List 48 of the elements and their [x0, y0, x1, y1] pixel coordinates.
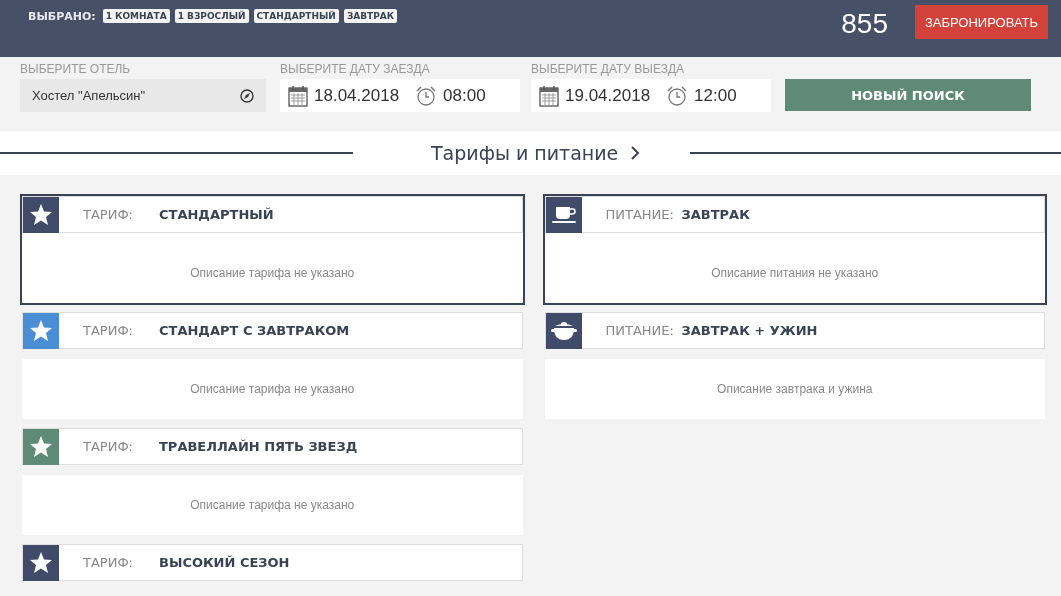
- card-name: СТАНДАРТНЫЙ: [159, 207, 274, 222]
- card-description: Описание тарифа не указано: [190, 382, 355, 396]
- card-label: ПИТАНИЕ:: [605, 207, 675, 222]
- selection-tag: 1 ВЗРОСЛЫЙ: [174, 9, 249, 23]
- new-search-button[interactable]: НОВЫЙ ПОИСК: [785, 79, 1031, 111]
- card-label: ПИТАНИЕ:: [605, 323, 675, 338]
- card-name: СТАНДАРТ С ЗАВТРАКОМ: [159, 323, 350, 338]
- card-label: ТАРИФ:: [83, 555, 134, 570]
- compass-icon: [240, 88, 254, 103]
- alarm-clock-icon: [415, 84, 438, 107]
- price: 855: [841, 8, 888, 40]
- card-header[interactable]: ПИТАНИЕ: ЗАВТРАК + УЖИН: [544, 312, 1045, 349]
- selected-label: ВЫБРАНО:: [28, 9, 96, 23]
- selection-tag: 1 КОМНАТА: [102, 9, 170, 23]
- card-header[interactable]: ТАРИФ: ТРАВЕЛЛАЙН ПЯТЬ ЗВЕЗД: [22, 428, 523, 465]
- date-field[interactable]: 19.04.2018: [565, 85, 651, 106]
- card-description: Описание питания не указано: [711, 266, 879, 280]
- card-description: Описание завтрака и ужина: [717, 382, 873, 396]
- card-header[interactable]: ТАРИФ: СТАНДАРТ С ЗАВТРАКОМ: [22, 312, 523, 349]
- alarm-clock-icon: [666, 84, 689, 107]
- section-title: Тарифы и питание: [431, 142, 619, 164]
- hotel-field[interactable]: Хостел "Апельсин": [20, 79, 266, 112]
- calendar-icon: [288, 84, 308, 107]
- chevron-right-icon[interactable]: [630, 145, 641, 161]
- time-field[interactable]: 12:00: [694, 85, 737, 106]
- card-label: ТАРИФ:: [83, 323, 134, 338]
- card-description: Описание тарифа не указано: [190, 266, 355, 280]
- selection-tag: ЗАВТРАК: [343, 9, 398, 23]
- card-name: ЗАВТРАК: [681, 207, 750, 222]
- card-name: ТРАВЕЛЛАЙН ПЯТЬ ЗВЕЗД: [159, 439, 358, 454]
- book-button[interactable]: ЗАБРОНИРОВАТЬ: [915, 5, 1048, 39]
- card-description: Описание тарифа не указано: [190, 498, 355, 512]
- card-label: ТАРИФ:: [83, 207, 134, 222]
- card-header[interactable]: ПИТАНИЕ: ЗАВТРАК: [544, 196, 1045, 233]
- card-label: ТАРИФ:: [83, 439, 134, 454]
- field-label: ВЫБЕРИТЕ ДАТУ ЗАЕЗДА: [280, 62, 431, 78]
- field-label: ВЫБЕРИТЕ ДАТУ ВЫЕЗДА: [531, 62, 686, 78]
- selected-card[interactable]: ТАРИФ: СТАНДАРТНЫЙ Описание тарифа не указано: [20, 194, 525, 305]
- card-header[interactable]: ТАРИФ: СТАНДАРТНЫЙ: [22, 196, 523, 233]
- time-field[interactable]: 08:00: [443, 85, 486, 106]
- date-field[interactable]: 18.04.2018: [314, 85, 400, 106]
- card-name: ЗАВТРАК + УЖИН: [681, 323, 818, 338]
- field-label: ВЫБЕРИТЕ ОТЕЛЬ: [20, 62, 132, 78]
- card-header[interactable]: ТАРИФ: ВЫСОКИЙ СЕЗОН: [22, 544, 523, 581]
- card-name: ВЫСОКИЙ СЕЗОН: [159, 555, 290, 570]
- selected-card[interactable]: ПИТАНИЕ: ЗАВТРАК Описание питания не указано: [542, 194, 1047, 305]
- selection-tag: СТАНДАРТНЫЙ: [253, 9, 339, 23]
- calendar-icon: [539, 84, 559, 107]
